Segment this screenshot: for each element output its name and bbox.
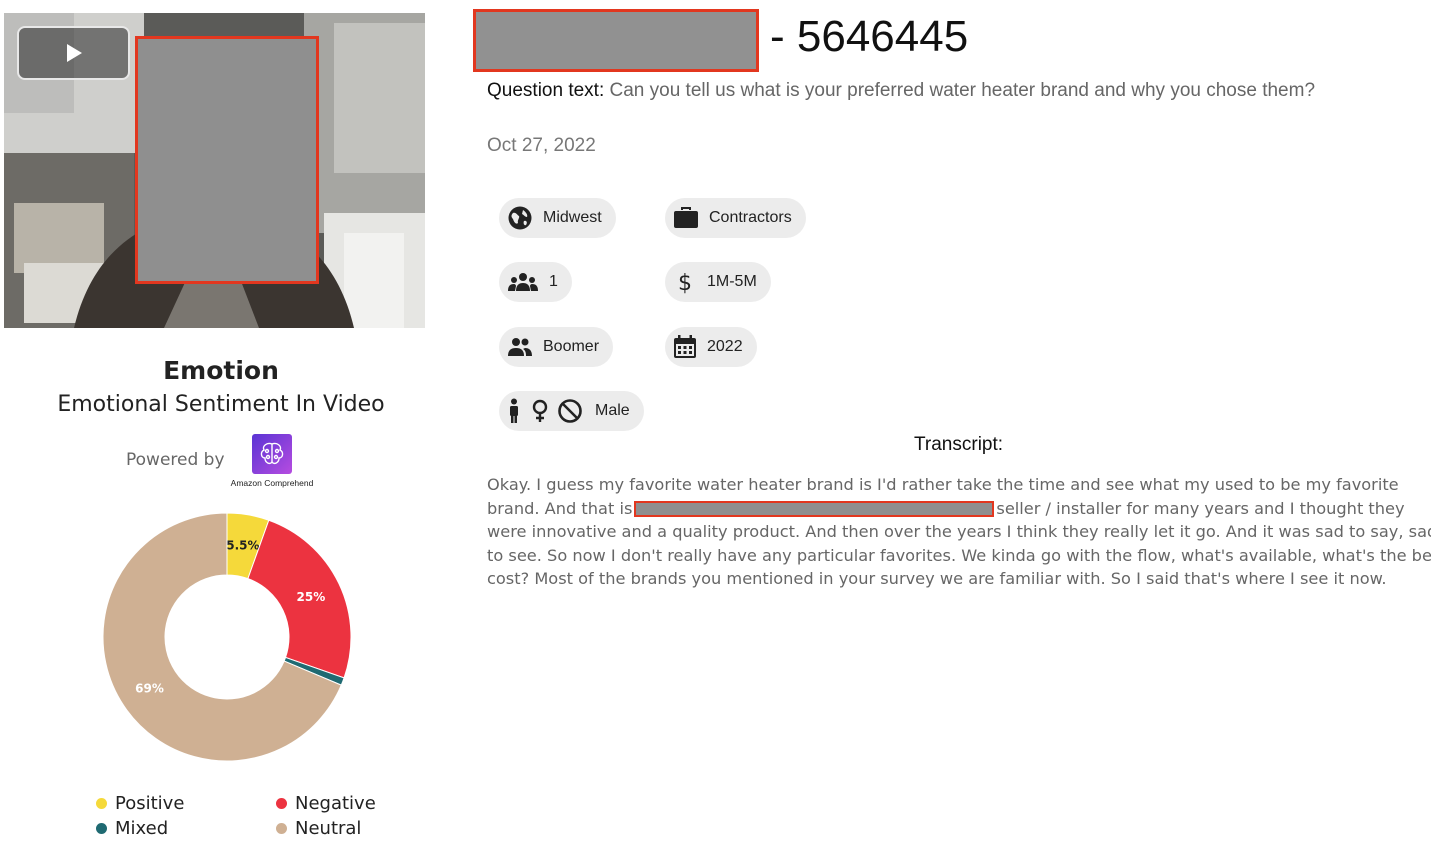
transcript-line-fragment: brand. And that is [487, 498, 633, 518]
amazon-comprehend-caption: Amazon Comprehend [230, 478, 314, 488]
transcript-line: cost? Most of the brands you mentioned i… [487, 569, 1387, 589]
sentiment-donut-chart: 5.5% 25% 69% [102, 512, 352, 762]
chip-industry-label: Contractors [709, 209, 792, 226]
chip-generation-label: Boomer [543, 338, 600, 355]
legend-negative-label: Negative [295, 793, 376, 814]
brand-redaction [634, 501, 995, 518]
people-icon [508, 338, 532, 356]
chip-gender-label: Male [595, 402, 630, 419]
globe-icon [508, 206, 532, 230]
donut-label-neutral: 69% [135, 681, 164, 695]
dollar-icon: $ [678, 271, 692, 295]
transcript-line-fragment: seller / installer for many years and I … [996, 498, 1405, 518]
legend-positive-swatch [96, 798, 107, 809]
chip-region[interactable]: Midwest [499, 198, 616, 238]
transcript-line: to see. So now I don't really have any p… [487, 545, 1431, 565]
donut-label-positive: 5.5% [226, 538, 259, 552]
video-player[interactable] [4, 13, 425, 328]
prohibited-icon [558, 399, 582, 423]
emotion-subtitle: Emotional Sentiment In Video [57, 392, 385, 417]
svg-text:$: $ [678, 271, 692, 295]
chip-region-label: Midwest [543, 209, 602, 226]
chip-revenue[interactable]: $ 1M-5M [665, 262, 771, 302]
question-body: Can you tell us what is your preferred w… [609, 80, 1316, 101]
chip-year-label: 2022 [707, 338, 743, 355]
play-button[interactable] [17, 26, 130, 80]
emotion-title: Emotion [163, 356, 279, 385]
legend-mixed-swatch [96, 823, 107, 834]
female-icon [532, 399, 548, 422]
legend-positive[interactable]: Positive [96, 793, 184, 814]
chip-generation[interactable]: Boomer [499, 327, 614, 367]
transcript-line: brand. And that is seller / installer for… [487, 497, 1431, 521]
transcript-line: were innovative and a quality product. A… [487, 522, 1431, 542]
legend-neutral[interactable]: Neutral [276, 818, 361, 839]
response-date: Oct 27, 2022 [487, 135, 596, 156]
legend-neutral-swatch [276, 823, 287, 834]
question-text: Question text: Can you tell us what is y… [487, 80, 1315, 102]
title-redaction [473, 9, 759, 72]
male-icon [510, 398, 518, 423]
legend-negative-swatch [276, 798, 287, 809]
legend-positive-label: Positive [115, 793, 185, 814]
legend-mixed[interactable]: Mixed [96, 818, 168, 839]
response-id: - 5646445 [770, 12, 969, 61]
chip-employees-label: 1 [549, 273, 558, 290]
legend-neutral-label: Neutral [295, 818, 362, 839]
calendar-icon [674, 335, 696, 358]
transcript-text: Okay. I guess my favorite water heater b… [487, 473, 1431, 591]
chip-revenue-label: 1M-5M [707, 273, 757, 290]
chip-gender[interactable]: Male [499, 391, 644, 431]
briefcase-icon [674, 207, 698, 228]
donut-label-negative: 25% [297, 590, 326, 604]
chip-employees[interactable]: 1 [499, 262, 572, 302]
legend-negative[interactable]: Negative [276, 793, 376, 814]
face-redaction [135, 36, 319, 284]
play-icon [66, 44, 82, 62]
legend-mixed-label: Mixed [115, 818, 169, 839]
transcript-heading: Transcript: [914, 434, 1004, 455]
question-label: Question text: [487, 80, 605, 101]
chip-industry[interactable]: Contractors [665, 198, 806, 238]
chip-year[interactable]: 2022 [665, 327, 757, 367]
transcript-line: Okay. I guess my favorite water heater b… [487, 475, 1399, 494]
group-icon [508, 273, 538, 291]
